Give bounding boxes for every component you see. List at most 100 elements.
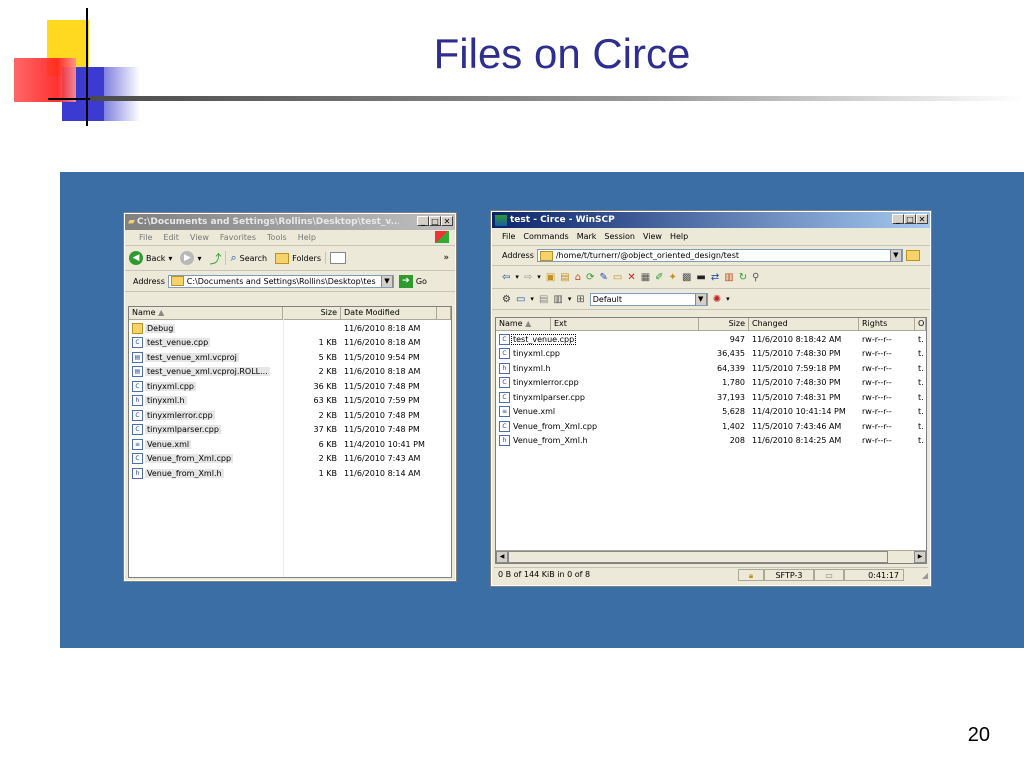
select-icon[interactable]: ▩ bbox=[682, 272, 691, 283]
new-directory-icon[interactable]: ✦ bbox=[669, 272, 677, 283]
back-button[interactable]: ◀ Back ▾ bbox=[125, 251, 176, 265]
address-dropdown-button[interactable]: ▼ bbox=[380, 275, 393, 287]
home-directory-icon[interactable]: ⌂ bbox=[575, 272, 581, 283]
open-icon[interactable]: ▭ bbox=[613, 272, 622, 283]
tree-icon[interactable]: ⊞ bbox=[576, 294, 584, 305]
open-directory-icon[interactable] bbox=[905, 250, 920, 261]
preferences-gear-icon[interactable]: ⚙ bbox=[502, 294, 511, 305]
table-row[interactable]: Ctinyxmlparser.cpp 37,193 11/5/2010 7:48:3… bbox=[496, 390, 926, 405]
winscp-file-list[interactable]: Name ▲ Ext Size Changed Rights O Ctest_v… bbox=[495, 317, 927, 564]
table-row[interactable]: h tinyxml.h 64,339 11/5/2010 7:59:18 PM rw-r… bbox=[496, 361, 926, 376]
table-row[interactable]: Ctest_venue.cpp 1 KB 11/6/2010 8:18 AM bbox=[129, 336, 451, 351]
menu-commands[interactable]: Commands bbox=[523, 232, 568, 241]
forward-icon[interactable]: ⇨ bbox=[524, 272, 532, 283]
refresh-icon[interactable]: ⟳ bbox=[586, 272, 594, 283]
menu-help[interactable]: Help bbox=[670, 232, 688, 241]
search-button[interactable]: ⌕ Search bbox=[225, 251, 271, 265]
table-row[interactable]: h tinyxml.h 63 KB 11/5/2010 7:59 PM bbox=[129, 394, 451, 409]
menu-mark[interactable]: Mark bbox=[577, 232, 597, 241]
forward-button[interactable]: ▶ ▾ bbox=[176, 251, 205, 265]
explorer-file-list[interactable]: Name ▲ Size Date Modified Debug 11/6/2010… bbox=[128, 306, 452, 578]
minimize-button[interactable]: _ bbox=[417, 216, 429, 226]
rename-icon[interactable]: ✐ bbox=[655, 272, 663, 283]
toolbar-overflow-icon[interactable]: » bbox=[443, 253, 449, 263]
table-row[interactable]: Ctest_venue.cpp 947 11/6/2010 8:18:42 AM rw… bbox=[496, 332, 926, 347]
transfer-icon[interactable]: ▥ bbox=[553, 294, 562, 305]
table-row[interactable]: C Venue_from_Xml.cpp 1,402 11/5/2010 7:43:4… bbox=[496, 419, 926, 434]
terminal-icon[interactable]: ▬ bbox=[696, 272, 705, 283]
table-row[interactable]: ≡ Venue.xml 6 KB 11/4/2010 10:41 PM bbox=[129, 437, 451, 452]
column-ext[interactable]: Ext bbox=[551, 318, 699, 330]
menu-view[interactable]: View bbox=[643, 232, 662, 241]
synchronize-icon[interactable]: ⇄ bbox=[711, 272, 719, 283]
table-row[interactable]: ≡ Venue.xml 5,628 11/4/2010 10:41:14 PM rw-r… bbox=[496, 405, 926, 420]
table-row[interactable]: Ctinyxml.cpp 36,435 11/5/2010 7:48:30 PM rw… bbox=[496, 347, 926, 362]
table-row[interactable]: ▤ test_venue_xml.vcproj.ROLL... 2 KB 11/6/2… bbox=[129, 365, 451, 380]
menu-file[interactable]: File bbox=[139, 233, 152, 242]
menu-session[interactable]: Session bbox=[604, 232, 635, 241]
column-name[interactable]: Name ▲ bbox=[496, 318, 551, 330]
go-button[interactable]: ➔ Go bbox=[397, 274, 429, 288]
address-dropdown-button[interactable]: ▼ bbox=[889, 250, 902, 261]
column-date-modified[interactable]: Date Modified bbox=[341, 307, 437, 319]
chevron-down-icon[interactable]: ▾ bbox=[568, 295, 572, 303]
table-row[interactable]: h Venue_from_Xml.h 1 KB 11/6/2010 8:14 AM bbox=[129, 466, 451, 481]
scroll-left-button[interactable]: ◀ bbox=[496, 551, 508, 563]
table-row[interactable]: ▤ test_venue_xml.vcproj 5 KB 11/5/2010 9:54… bbox=[129, 350, 451, 365]
table-row[interactable]: Ctinyxmlerror.cpp 1,780 11/5/2010 7:48:30 … bbox=[496, 376, 926, 391]
column-rights[interactable]: Rights bbox=[859, 318, 915, 330]
edit-icon[interactable]: ✎ bbox=[599, 272, 607, 283]
table-row[interactable]: Ctinyxml.cpp 36 KB 11/5/2010 7:48 PM bbox=[129, 379, 451, 394]
find-icon[interactable]: ⚲ bbox=[752, 272, 759, 283]
parent-directory-icon[interactable]: ▣ bbox=[546, 272, 555, 283]
column-name[interactable]: Name ▲ bbox=[129, 307, 283, 319]
chevron-down-icon[interactable]: ▾ bbox=[515, 273, 519, 281]
reload-icon[interactable]: ↻ bbox=[739, 272, 747, 283]
table-row[interactable]: Debug 11/6/2010 8:18 AM bbox=[129, 321, 451, 336]
address-input[interactable]: C:\Documents and Settings\Rollins\Deskto… bbox=[167, 274, 394, 288]
maximize-button[interactable]: □ bbox=[904, 214, 916, 224]
explorer-titlebar[interactable]: ▰ C:\Documents and Settings\Rollins\Desk… bbox=[125, 214, 455, 230]
view-icon[interactable]: ▭ bbox=[516, 294, 525, 305]
resize-grip-icon[interactable]: ◢ bbox=[904, 571, 928, 580]
folders-button[interactable]: Folders bbox=[271, 252, 325, 264]
winscp-titlebar[interactable]: test - Circe - WinSCP _ □ ✕ bbox=[492, 212, 930, 228]
horizontal-scrollbar[interactable]: ◀ ▶ bbox=[496, 550, 926, 563]
table-row[interactable]: Ctinyxmlerror.cpp 2 KB 11/5/2010 7:48 PM bbox=[129, 408, 451, 423]
column-changed[interactable]: Changed bbox=[749, 318, 859, 330]
chevron-down-icon[interactable]: ▾ bbox=[537, 273, 541, 281]
address-input[interactable]: /home/t/turnerr/@object_oriented_design/… bbox=[536, 249, 903, 262]
table-row[interactable]: C Venue_from_Xml.cpp 2 KB 11/6/2010 7:43 AM bbox=[129, 452, 451, 467]
maximize-button[interactable]: □ bbox=[429, 216, 441, 226]
close-button[interactable]: ✕ bbox=[441, 216, 453, 226]
column-owner[interactable]: O bbox=[915, 318, 926, 330]
scroll-right-button[interactable]: ▶ bbox=[914, 551, 926, 563]
chevron-down-icon[interactable]: ▾ bbox=[530, 295, 534, 303]
menu-file[interactable]: File bbox=[502, 232, 515, 241]
scroll-thumb[interactable] bbox=[508, 551, 888, 563]
properties-icon[interactable]: ▦ bbox=[641, 272, 650, 283]
column-size[interactable]: Size bbox=[699, 318, 749, 330]
table-row[interactable]: h Venue_from_Xml.h 208 11/6/2010 8:14:25 AM… bbox=[496, 434, 926, 449]
back-icon[interactable]: ⇦ bbox=[502, 272, 510, 283]
column-size[interactable]: Size bbox=[283, 307, 341, 319]
menu-tools[interactable]: Tools bbox=[267, 233, 287, 242]
transfer-options-icon[interactable]: ✺ bbox=[713, 294, 721, 305]
select-dropdown-button[interactable]: ▼ bbox=[694, 293, 707, 305]
views-button[interactable] bbox=[325, 252, 350, 264]
menu-view[interactable]: View bbox=[190, 233, 209, 242]
close-button[interactable]: ✕ bbox=[916, 214, 928, 224]
queue-icon[interactable]: ▥ bbox=[724, 272, 733, 283]
menu-favorites[interactable]: Favorites bbox=[220, 233, 256, 242]
delete-icon[interactable]: ✕ bbox=[627, 272, 635, 283]
minimize-button[interactable]: _ bbox=[892, 214, 904, 224]
table-row[interactable]: Ctinyxmlparser.cpp 37 KB 11/5/2010 7:48 PM bbox=[129, 423, 451, 438]
transfer-settings-select[interactable]: Default ▼ bbox=[589, 292, 708, 306]
menu-edit[interactable]: Edit bbox=[163, 233, 179, 242]
up-folder-button[interactable]: ⤴ bbox=[205, 250, 225, 267]
chevron-down-icon[interactable]: ▾ bbox=[726, 295, 730, 303]
details-icon[interactable]: ▤ bbox=[539, 294, 548, 305]
column-filler bbox=[437, 307, 451, 319]
root-directory-icon[interactable]: ▤ bbox=[560, 272, 569, 283]
menu-help[interactable]: Help bbox=[298, 233, 316, 242]
